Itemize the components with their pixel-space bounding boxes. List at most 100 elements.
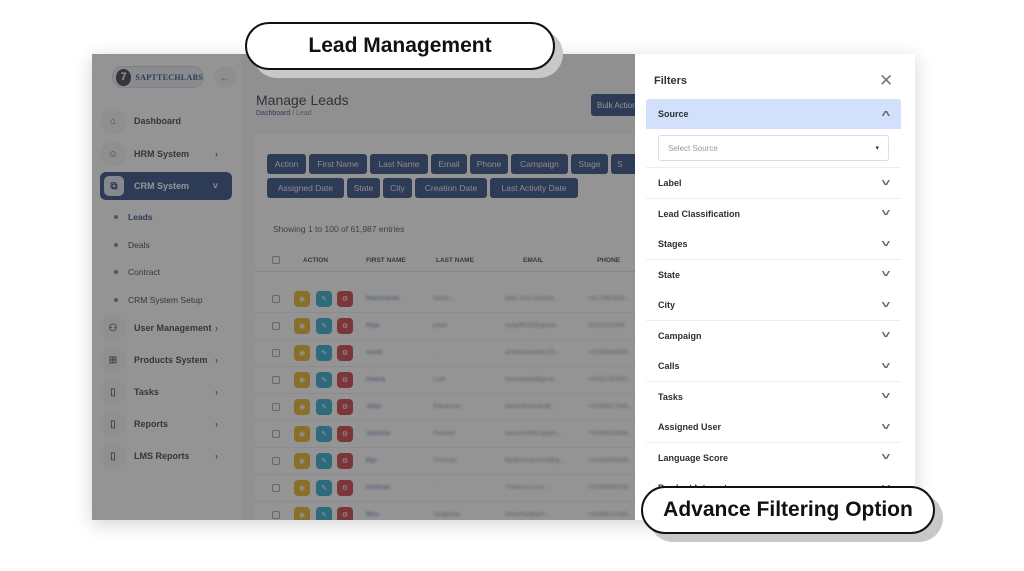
table-row[interactable]: ◉ ✎ ⚙ Heena Lodi heenalodi@gmai... +9191782857… (255, 367, 645, 394)
select-all-checkbox[interactable] (272, 256, 280, 264)
cell-first-name[interactable]: Jidan (366, 403, 382, 410)
row-checkbox[interactable] (272, 457, 280, 465)
filter-section-header[interactable]: Language Score ˅ (646, 443, 901, 473)
edit-icon[interactable]: ✎ (316, 372, 332, 388)
delete-icon[interactable]: ⚙ (337, 426, 353, 442)
view-icon[interactable]: ◉ (294, 345, 310, 361)
table-row[interactable]: ◉ ✎ ⚙ Jidan Rahaman jidanrahaman@... +91988175… (255, 394, 645, 421)
filter-section-header[interactable]: City ˅ (646, 290, 901, 320)
cell-first-name[interactable]: Binu (366, 511, 379, 518)
table-row[interactable]: ◉ ✎ ⚙ Jasmine Ranesh ranesmite91@gm... +919091… (255, 421, 645, 448)
view-icon[interactable]: ◉ (294, 453, 310, 469)
row-checkbox[interactable] (272, 295, 280, 303)
column-header-first-name[interactable]: FIRST NAME (366, 257, 406, 264)
column-header-last-name[interactable]: LAST NAME (436, 257, 474, 264)
delete-icon[interactable]: ⚙ (337, 453, 353, 469)
edit-icon[interactable]: ✎ (316, 345, 332, 361)
view-icon[interactable]: ◉ (294, 507, 310, 520)
view-icon[interactable]: ◉ (294, 399, 310, 415)
delete-icon[interactable]: ⚙ (337, 507, 353, 520)
column-toggle-state[interactable]: State (347, 178, 380, 198)
sidebar-subitem-contract[interactable]: Contract (114, 267, 160, 277)
cell-first-name[interactable]: Anish (366, 349, 382, 356)
column-toggle-action[interactable]: Action (267, 154, 306, 174)
collapse-sidebar-button[interactable]: ← (214, 66, 236, 88)
filter-section-header[interactable]: Label ˅ (646, 168, 901, 198)
view-icon[interactable]: ◉ (294, 480, 310, 496)
breadcrumb-dashboard-link[interactable]: Dashboard (256, 110, 290, 117)
sidebar-item-lms-reports[interactable]: ▯ LMS Reports › (100, 442, 232, 470)
sidebar-item-tasks[interactable]: ▯ Tasks › (100, 378, 232, 406)
view-icon[interactable]: ◉ (294, 291, 310, 307)
sidebar-subitem-deals[interactable]: Deals (114, 240, 150, 250)
row-checkbox[interactable] (272, 511, 280, 519)
row-checkbox[interactable] (272, 322, 280, 330)
sidebar-item-hrm-system[interactable]: ☺ HRM System › (100, 140, 232, 168)
row-checkbox[interactable] (272, 430, 280, 438)
delete-icon[interactable]: ⚙ (337, 372, 353, 388)
table-row[interactable]: ◉ ✎ ⚙ Riya patel riyap9019@gmail... 8310322089 (255, 313, 645, 340)
filter-section-header[interactable]: Source ˄ (646, 99, 901, 129)
column-toggle-city[interactable]: City (383, 178, 412, 198)
edit-icon[interactable]: ✎ (316, 453, 332, 469)
column-header-phone[interactable]: PHONE (597, 257, 620, 264)
filter-section-header[interactable]: Assigned User ˅ (646, 412, 901, 442)
delete-icon[interactable]: ⚙ (337, 480, 353, 496)
table-row[interactable]: ◉ ✎ ⚙ Binu Varghese binuvhai@gm... +9198812484… (255, 502, 645, 520)
row-checkbox[interactable] (272, 349, 280, 357)
view-icon[interactable]: ◉ (294, 372, 310, 388)
view-icon[interactable]: ◉ (294, 318, 310, 334)
close-icon[interactable]: ✕ (879, 71, 893, 91)
column-toggle-first-name[interactable]: First Name (309, 154, 367, 174)
edit-icon[interactable]: ✎ (316, 426, 332, 442)
table-row[interactable]: ◉ ✎ ⚙ Bijo Thomas bijothomasnmd@g... +91638898… (255, 448, 645, 475)
column-toggle-campaign[interactable]: Campaign (511, 154, 568, 174)
source-select[interactable]: Select Source ▾ (658, 135, 889, 161)
filter-section-header[interactable]: Lead Classification ˅ (646, 199, 901, 229)
edit-icon[interactable]: ✎ (316, 480, 332, 496)
column-toggle-last-activity-date[interactable]: Last Activity Date (490, 178, 578, 198)
sidebar-item-products-system[interactable]: ⊞ Products System › (100, 346, 232, 374)
column-header-action[interactable]: ACTION (303, 257, 328, 264)
table-row[interactable]: ◉ ✎ ⚙ krishnan - Thekrisu.com... +9199880248..… (255, 475, 645, 502)
filter-section-header[interactable]: Stages ˅ (646, 229, 901, 259)
edit-icon[interactable]: ✎ (316, 291, 332, 307)
sidebar-subitem-crm-system-setup[interactable]: CRM System Setup (114, 295, 203, 305)
delete-icon[interactable]: ⚙ (337, 291, 353, 307)
edit-icon[interactable]: ✎ (316, 318, 332, 334)
filter-section-header[interactable]: Tasks ˅ (646, 382, 901, 412)
row-checkbox[interactable] (272, 376, 280, 384)
cell-first-name[interactable]: Riya (366, 322, 379, 329)
cell-first-name[interactable]: Jasmine (366, 430, 390, 437)
delete-icon[interactable]: ⚙ (337, 345, 353, 361)
column-header-email[interactable]: EMAIL (523, 257, 543, 264)
table-row[interactable]: ◉ ✎ ⚙ Anish - anishchandran25... +9195448800..… (255, 340, 645, 367)
cell-first-name[interactable]: Bijo (366, 457, 377, 464)
column-toggle-phone[interactable]: Phone (470, 154, 508, 174)
cell-first-name[interactable]: Heena (366, 376, 385, 383)
column-toggle-stage[interactable]: Stage (571, 154, 608, 174)
sidebar-item-user-management[interactable]: ⚇ User Management › (100, 314, 232, 342)
edit-icon[interactable]: ✎ (316, 507, 332, 520)
brand-logo[interactable]: 7 SAPTTECHLABS (112, 66, 204, 88)
table-row[interactable]: ◉ ✎ ⚙ Ramcharan Naidu... balu.143.ramcha... +9… (255, 286, 645, 313)
cell-first-name[interactable]: Ramcharan (366, 295, 400, 302)
cell-first-name[interactable]: krishnan (366, 484, 391, 491)
sidebar-item-crm-system[interactable]: ⧉ CRM System ˅ (100, 172, 232, 200)
filter-section-header[interactable]: Campaign ˅ (646, 321, 901, 351)
column-toggle-email[interactable]: Email (431, 154, 467, 174)
sidebar-subitem-leads[interactable]: Leads (114, 212, 153, 222)
sidebar-item-dashboard[interactable]: ⌂ Dashboard (100, 107, 232, 135)
row-checkbox[interactable] (272, 484, 280, 492)
column-toggle-assigned-date[interactable]: Assigned Date (267, 178, 344, 198)
filter-section-header[interactable]: State ˅ (646, 260, 901, 290)
filter-section-header[interactable]: Calls ˅ (646, 351, 901, 381)
column-toggle-creation-date[interactable]: Creation Date (415, 178, 487, 198)
edit-icon[interactable]: ✎ (316, 399, 332, 415)
row-checkbox[interactable] (272, 403, 280, 411)
delete-icon[interactable]: ⚙ (337, 399, 353, 415)
column-toggle-last-name[interactable]: Last Name (370, 154, 428, 174)
sidebar-item-reports[interactable]: ▯ Reports › (100, 410, 232, 438)
view-icon[interactable]: ◉ (294, 426, 310, 442)
delete-icon[interactable]: ⚙ (337, 318, 353, 334)
